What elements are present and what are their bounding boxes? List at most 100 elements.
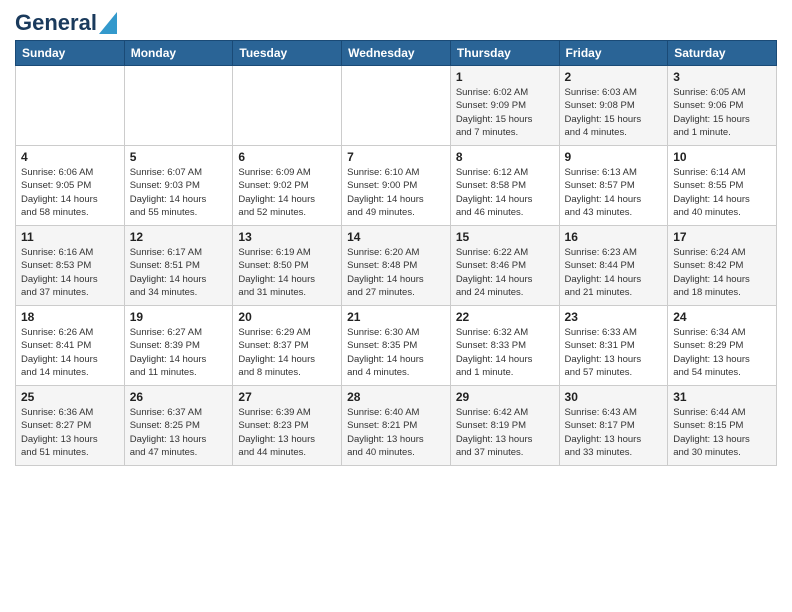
day-of-week-saturday: Saturday — [668, 41, 777, 66]
day-number: 24 — [673, 310, 771, 324]
week-row-2: 4 Sunrise: 6:06 AM Sunset: 9:05 PM Daylig… — [16, 146, 777, 226]
day-number: 30 — [565, 390, 663, 404]
calendar-cell: 1 Sunrise: 6:02 AM Sunset: 9:09 PM Daylig… — [450, 66, 559, 146]
day-number: 14 — [347, 230, 445, 244]
day-number: 5 — [130, 150, 228, 164]
calendar-cell: 2Sunrise: 6:03 AM Sunset: 9:08 PM Daylig… — [559, 66, 668, 146]
calendar-cell: 31 Sunrise: 6:44 AM Sunset: 8:15 PM Dayli… — [668, 386, 777, 466]
day-number: 13 — [238, 230, 336, 244]
day-of-week-sunday: Sunday — [16, 41, 125, 66]
calendar-cell: 26 Sunrise: 6:37 AM Sunset: 8:25 PM Dayli… — [124, 386, 233, 466]
calendar-cell — [16, 66, 125, 146]
day-info: Sunrise: 6:42 AM Sunset: 8:19 PM Dayligh… — [456, 406, 554, 459]
day-info: Sunrise: 6:44 AM Sunset: 8:15 PM Dayligh… — [673, 406, 771, 459]
calendar-cell: 24 Sunrise: 6:34 AM Sunset: 8:29 PM Dayli… — [668, 306, 777, 386]
header: General — [15, 10, 777, 32]
week-row-4: 18 Sunrise: 6:26 AM Sunset: 8:41 PM Dayli… — [16, 306, 777, 386]
day-number: 8 — [456, 150, 554, 164]
calendar-cell: 6 Sunrise: 6:09 AM Sunset: 9:02 PM Daylig… — [233, 146, 342, 226]
day-of-week-tuesday: Tuesday — [233, 41, 342, 66]
day-number: 1 — [456, 70, 554, 84]
week-row-1: 1 Sunrise: 6:02 AM Sunset: 9:09 PM Daylig… — [16, 66, 777, 146]
week-row-5: 25Sunrise: 6:36 AM Sunset: 8:27 PM Dayli… — [16, 386, 777, 466]
day-of-week-monday: Monday — [124, 41, 233, 66]
day-number: 22 — [456, 310, 554, 324]
day-info: Sunrise: 6:22 AM Sunset: 8:46 PM Dayligh… — [456, 246, 554, 299]
day-info: Sunrise: 6:24 AM Sunset: 8:42 PM Dayligh… — [673, 246, 771, 299]
calendar-cell: 29 Sunrise: 6:42 AM Sunset: 8:19 PM Dayli… — [450, 386, 559, 466]
calendar-cell: 3 Sunrise: 6:05 AM Sunset: 9:06 PM Daylig… — [668, 66, 777, 146]
calendar-cell: 25Sunrise: 6:36 AM Sunset: 8:27 PM Dayli… — [16, 386, 125, 466]
calendar-cell: 27 Sunrise: 6:39 AM Sunset: 8:23 PM Dayli… — [233, 386, 342, 466]
day-number: 15 — [456, 230, 554, 244]
day-info: Sunrise: 6:16 AM Sunset: 8:53 PM Dayligh… — [21, 246, 119, 299]
calendar-cell: 10 Sunrise: 6:14 AM Sunset: 8:55 PM Dayli… — [668, 146, 777, 226]
calendar-header-row: SundayMondayTuesdayWednesdayThursdayFrid… — [16, 41, 777, 66]
day-info: Sunrise: 6:03 AM Sunset: 9:08 PM Dayligh… — [565, 86, 663, 139]
day-info: Sunrise: 6:43 AM Sunset: 8:17 PM Dayligh… — [565, 406, 663, 459]
calendar-cell: 11 Sunrise: 6:16 AM Sunset: 8:53 PM Dayli… — [16, 226, 125, 306]
day-number: 9 — [565, 150, 663, 164]
calendar-cell: 9 Sunrise: 6:13 AM Sunset: 8:57 PM Daylig… — [559, 146, 668, 226]
day-number: 26 — [130, 390, 228, 404]
day-number: 11 — [21, 230, 119, 244]
day-info: Sunrise: 6:32 AM Sunset: 8:33 PM Dayligh… — [456, 326, 554, 379]
day-info: Sunrise: 6:34 AM Sunset: 8:29 PM Dayligh… — [673, 326, 771, 379]
day-info: Sunrise: 6:17 AM Sunset: 8:51 PM Dayligh… — [130, 246, 228, 299]
day-info: Sunrise: 6:06 AM Sunset: 9:05 PM Dayligh… — [21, 166, 119, 219]
day-info: Sunrise: 6:23 AM Sunset: 8:44 PM Dayligh… — [565, 246, 663, 299]
day-number: 6 — [238, 150, 336, 164]
day-info: Sunrise: 6:05 AM Sunset: 9:06 PM Dayligh… — [673, 86, 771, 139]
calendar-cell: 18 Sunrise: 6:26 AM Sunset: 8:41 PM Dayli… — [16, 306, 125, 386]
calendar-cell: 16 Sunrise: 6:23 AM Sunset: 8:44 PM Dayli… — [559, 226, 668, 306]
day-number: 29 — [456, 390, 554, 404]
day-number: 23 — [565, 310, 663, 324]
day-info: Sunrise: 6:37 AM Sunset: 8:25 PM Dayligh… — [130, 406, 228, 459]
calendar-cell — [342, 66, 451, 146]
logo-general: General — [15, 10, 97, 36]
day-info: Sunrise: 6:26 AM Sunset: 8:41 PM Dayligh… — [21, 326, 119, 379]
day-info: Sunrise: 6:14 AM Sunset: 8:55 PM Dayligh… — [673, 166, 771, 219]
day-info: Sunrise: 6:09 AM Sunset: 9:02 PM Dayligh… — [238, 166, 336, 219]
day-info: Sunrise: 6:30 AM Sunset: 8:35 PM Dayligh… — [347, 326, 445, 379]
logo-icon — [99, 12, 117, 34]
day-info: Sunrise: 6:33 AM Sunset: 8:31 PM Dayligh… — [565, 326, 663, 379]
day-of-week-wednesday: Wednesday — [342, 41, 451, 66]
day-info: Sunrise: 6:13 AM Sunset: 8:57 PM Dayligh… — [565, 166, 663, 219]
day-info: Sunrise: 6:27 AM Sunset: 8:39 PM Dayligh… — [130, 326, 228, 379]
calendar-cell: 22 Sunrise: 6:32 AM Sunset: 8:33 PM Dayli… — [450, 306, 559, 386]
logo: General — [15, 10, 119, 32]
day-info: Sunrise: 6:40 AM Sunset: 8:21 PM Dayligh… — [347, 406, 445, 459]
calendar-cell: 20Sunrise: 6:29 AM Sunset: 8:37 PM Dayli… — [233, 306, 342, 386]
day-number: 31 — [673, 390, 771, 404]
day-number: 16 — [565, 230, 663, 244]
day-number: 10 — [673, 150, 771, 164]
calendar-cell: 14 Sunrise: 6:20 AM Sunset: 8:48 PM Dayli… — [342, 226, 451, 306]
calendar-cell: 21Sunrise: 6:30 AM Sunset: 8:35 PM Dayli… — [342, 306, 451, 386]
calendar-cell: 28 Sunrise: 6:40 AM Sunset: 8:21 PM Dayli… — [342, 386, 451, 466]
calendar: SundayMondayTuesdayWednesdayThursdayFrid… — [15, 40, 777, 466]
day-info: Sunrise: 6:12 AM Sunset: 8:58 PM Dayligh… — [456, 166, 554, 219]
calendar-cell — [233, 66, 342, 146]
calendar-cell: 4 Sunrise: 6:06 AM Sunset: 9:05 PM Daylig… — [16, 146, 125, 226]
day-info: Sunrise: 6:39 AM Sunset: 8:23 PM Dayligh… — [238, 406, 336, 459]
day-info: Sunrise: 6:36 AM Sunset: 8:27 PM Dayligh… — [21, 406, 119, 459]
day-number: 12 — [130, 230, 228, 244]
day-info: Sunrise: 6:07 AM Sunset: 9:03 PM Dayligh… — [130, 166, 228, 219]
day-info: Sunrise: 6:19 AM Sunset: 8:50 PM Dayligh… — [238, 246, 336, 299]
day-number: 18 — [21, 310, 119, 324]
day-of-week-thursday: Thursday — [450, 41, 559, 66]
calendar-cell: 30 Sunrise: 6:43 AM Sunset: 8:17 PM Dayli… — [559, 386, 668, 466]
calendar-cell: 8 Sunrise: 6:12 AM Sunset: 8:58 PM Daylig… — [450, 146, 559, 226]
page: General SundayMondayTuesdayWednesdayThur… — [0, 0, 792, 612]
calendar-cell: 23 Sunrise: 6:33 AM Sunset: 8:31 PM Dayli… — [559, 306, 668, 386]
calendar-cell: 19Sunrise: 6:27 AM Sunset: 8:39 PM Dayli… — [124, 306, 233, 386]
day-info: Sunrise: 6:20 AM Sunset: 8:48 PM Dayligh… — [347, 246, 445, 299]
day-number: 3 — [673, 70, 771, 84]
day-info: Sunrise: 6:02 AM Sunset: 9:09 PM Dayligh… — [456, 86, 554, 139]
day-number: 4 — [21, 150, 119, 164]
day-number: 27 — [238, 390, 336, 404]
day-number: 28 — [347, 390, 445, 404]
calendar-cell: 12 Sunrise: 6:17 AM Sunset: 8:51 PM Dayli… — [124, 226, 233, 306]
day-info: Sunrise: 6:29 AM Sunset: 8:37 PM Dayligh… — [238, 326, 336, 379]
